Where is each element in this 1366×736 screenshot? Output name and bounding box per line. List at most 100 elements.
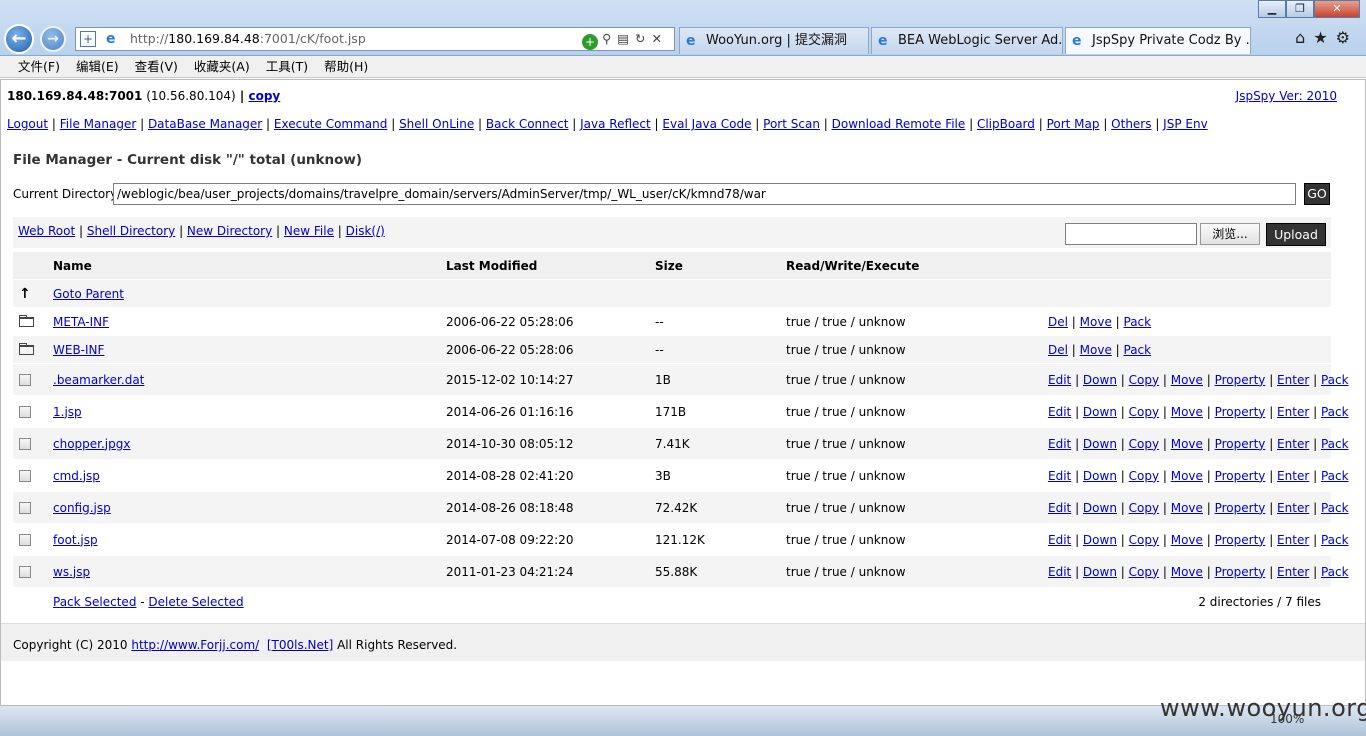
enter-link[interactable]: Enter (1277, 565, 1309, 579)
file-name-link[interactable]: ws.jsp (53, 556, 90, 587)
tab-weblogic[interactable]: e BEA WebLogic Server Ad... (871, 27, 1063, 54)
compat-icon[interactable]: + (582, 34, 599, 50)
menu-tools[interactable]: 工具(T) (266, 56, 308, 77)
t00ls-link[interactable]: [T00ls.Net] (267, 638, 333, 652)
pack-selected-link[interactable]: Pack Selected (53, 595, 136, 609)
enter-link[interactable]: Enter (1277, 437, 1309, 451)
file-checkbox[interactable] (19, 492, 41, 523)
move-link[interactable]: Move (1171, 405, 1203, 419)
property-link[interactable]: Property (1215, 501, 1266, 515)
goto-parent-link[interactable]: Goto Parent (53, 280, 124, 307)
file-name-link[interactable]: 1.jsp (53, 396, 82, 427)
maximize-button[interactable]: ❐ (1286, 0, 1314, 18)
upload-button[interactable]: Upload (1266, 223, 1326, 246)
edit-link[interactable]: Edit (1048, 469, 1071, 483)
del-link[interactable]: Del (1048, 315, 1068, 329)
del-link[interactable]: Del (1048, 343, 1068, 357)
move-link[interactable]: Move (1080, 343, 1112, 357)
nav-link-port-map[interactable]: Port Map (1047, 117, 1100, 131)
nav-link-others[interactable]: Others (1111, 117, 1151, 131)
file-checkbox[interactable] (19, 364, 41, 395)
menu-edit[interactable]: 编辑(E) (76, 56, 119, 77)
edit-link[interactable]: Edit (1048, 501, 1071, 515)
down-link[interactable]: Down (1083, 437, 1117, 451)
move-link[interactable]: Move (1080, 315, 1112, 329)
nav-link-jsp-env[interactable]: JSP Env (1163, 117, 1208, 131)
directory-name-link[interactable]: META-INF (53, 308, 109, 335)
pack-link[interactable]: Pack (1321, 533, 1349, 547)
move-link[interactable]: Move (1171, 373, 1203, 387)
file-checkbox[interactable] (19, 460, 41, 491)
property-link[interactable]: Property (1215, 405, 1266, 419)
edit-link[interactable]: Edit (1048, 405, 1071, 419)
back-button[interactable]: ← (4, 24, 34, 54)
nav-link-java-reflect[interactable]: Java Reflect (580, 117, 651, 131)
menu-help[interactable]: 帮助(H) (324, 56, 368, 77)
nav-link-download-remote-file[interactable]: Download Remote File (832, 117, 966, 131)
file-checkbox[interactable] (19, 556, 41, 587)
edit-link[interactable]: Edit (1048, 437, 1071, 451)
menu-view[interactable]: 查看(V) (135, 56, 178, 77)
copy-link[interactable]: Copy (1129, 501, 1159, 515)
file-name-link[interactable]: config.jsp (53, 492, 111, 523)
enter-link[interactable]: Enter (1277, 373, 1309, 387)
down-link[interactable]: Down (1083, 565, 1117, 579)
file-name-link[interactable]: chopper.jpgx (53, 428, 130, 459)
browse-button[interactable]: 浏览... (1200, 223, 1260, 245)
move-link[interactable]: Move (1171, 437, 1203, 451)
down-link[interactable]: Down (1083, 469, 1117, 483)
enter-link[interactable]: Enter (1277, 405, 1309, 419)
tab-jspspy[interactable]: e JspSpy Private Codz By ... (1065, 27, 1251, 54)
pack-link[interactable]: Pack (1321, 437, 1349, 451)
forward-button[interactable]: → (40, 26, 66, 52)
quick-link-web-root[interactable]: Web Root (18, 224, 75, 238)
nav-link-eval-java-code[interactable]: Eval Java Code (662, 117, 751, 131)
move-link[interactable]: Move (1171, 469, 1203, 483)
edit-link[interactable]: Edit (1048, 565, 1071, 579)
down-link[interactable]: Down (1083, 405, 1117, 419)
pack-link[interactable]: Pack (1321, 501, 1349, 515)
property-link[interactable]: Property (1215, 437, 1266, 451)
pack-link[interactable]: Pack (1124, 315, 1152, 329)
nav-link-port-scan[interactable]: Port Scan (763, 117, 820, 131)
version-link[interactable]: JspSpy Ver: 2010 (1236, 89, 1337, 103)
nav-link-shell-online[interactable]: Shell OnLine (399, 117, 474, 131)
copy-link[interactable]: Copy (1129, 437, 1159, 451)
enter-link[interactable]: Enter (1277, 469, 1309, 483)
menu-file[interactable]: 文件(F) (18, 56, 60, 77)
copy-link[interactable]: Copy (1129, 533, 1159, 547)
quick-link-new-file[interactable]: New File (284, 224, 334, 238)
down-link[interactable]: Down (1083, 373, 1117, 387)
add-site-icon[interactable]: + (80, 31, 96, 47)
property-link[interactable]: Property (1215, 373, 1266, 387)
nav-link-logout[interactable]: Logout (7, 117, 48, 131)
property-link[interactable]: Property (1215, 533, 1266, 547)
nav-link-database-manager[interactable]: DataBase Manager (148, 117, 262, 131)
tab-wooyun[interactable]: e WooYun.org | 提交漏洞 (679, 27, 869, 54)
current-directory-input[interactable]: /weblogic/bea/user_projects/domains/trav… (113, 183, 1296, 205)
file-name-link[interactable]: foot.jsp (53, 524, 98, 555)
go-button[interactable]: GO (1304, 183, 1330, 205)
copy-link[interactable]: Copy (1129, 405, 1159, 419)
menu-favorites[interactable]: 收藏夹(A) (194, 56, 250, 77)
nav-link-file-manager[interactable]: File Manager (60, 117, 137, 131)
enter-link[interactable]: Enter (1277, 501, 1309, 515)
copy-link[interactable]: Copy (1129, 373, 1159, 387)
quick-link-disk[interactable]: Disk(/) (346, 224, 385, 238)
file-checkbox[interactable] (19, 428, 41, 459)
edit-link[interactable]: Edit (1048, 533, 1071, 547)
property-link[interactable]: Property (1215, 469, 1266, 483)
property-link[interactable]: Property (1215, 565, 1266, 579)
nav-link-clipboard[interactable]: ClipBoard (977, 117, 1035, 131)
pack-link[interactable]: Pack (1321, 405, 1349, 419)
home-icon[interactable]: ⌂ (1295, 28, 1313, 47)
close-button[interactable]: ✕ (1314, 0, 1360, 18)
pack-link[interactable]: Pack (1321, 469, 1349, 483)
file-checkbox[interactable] (19, 396, 41, 427)
enter-link[interactable]: Enter (1277, 533, 1309, 547)
file-name-link[interactable]: cmd.jsp (53, 460, 100, 491)
down-link[interactable]: Down (1083, 501, 1117, 515)
upload-file-input[interactable] (1065, 223, 1197, 245)
compat-view-icon[interactable]: ▤ (617, 31, 635, 46)
favorites-star-icon[interactable]: ★ (1313, 28, 1335, 47)
